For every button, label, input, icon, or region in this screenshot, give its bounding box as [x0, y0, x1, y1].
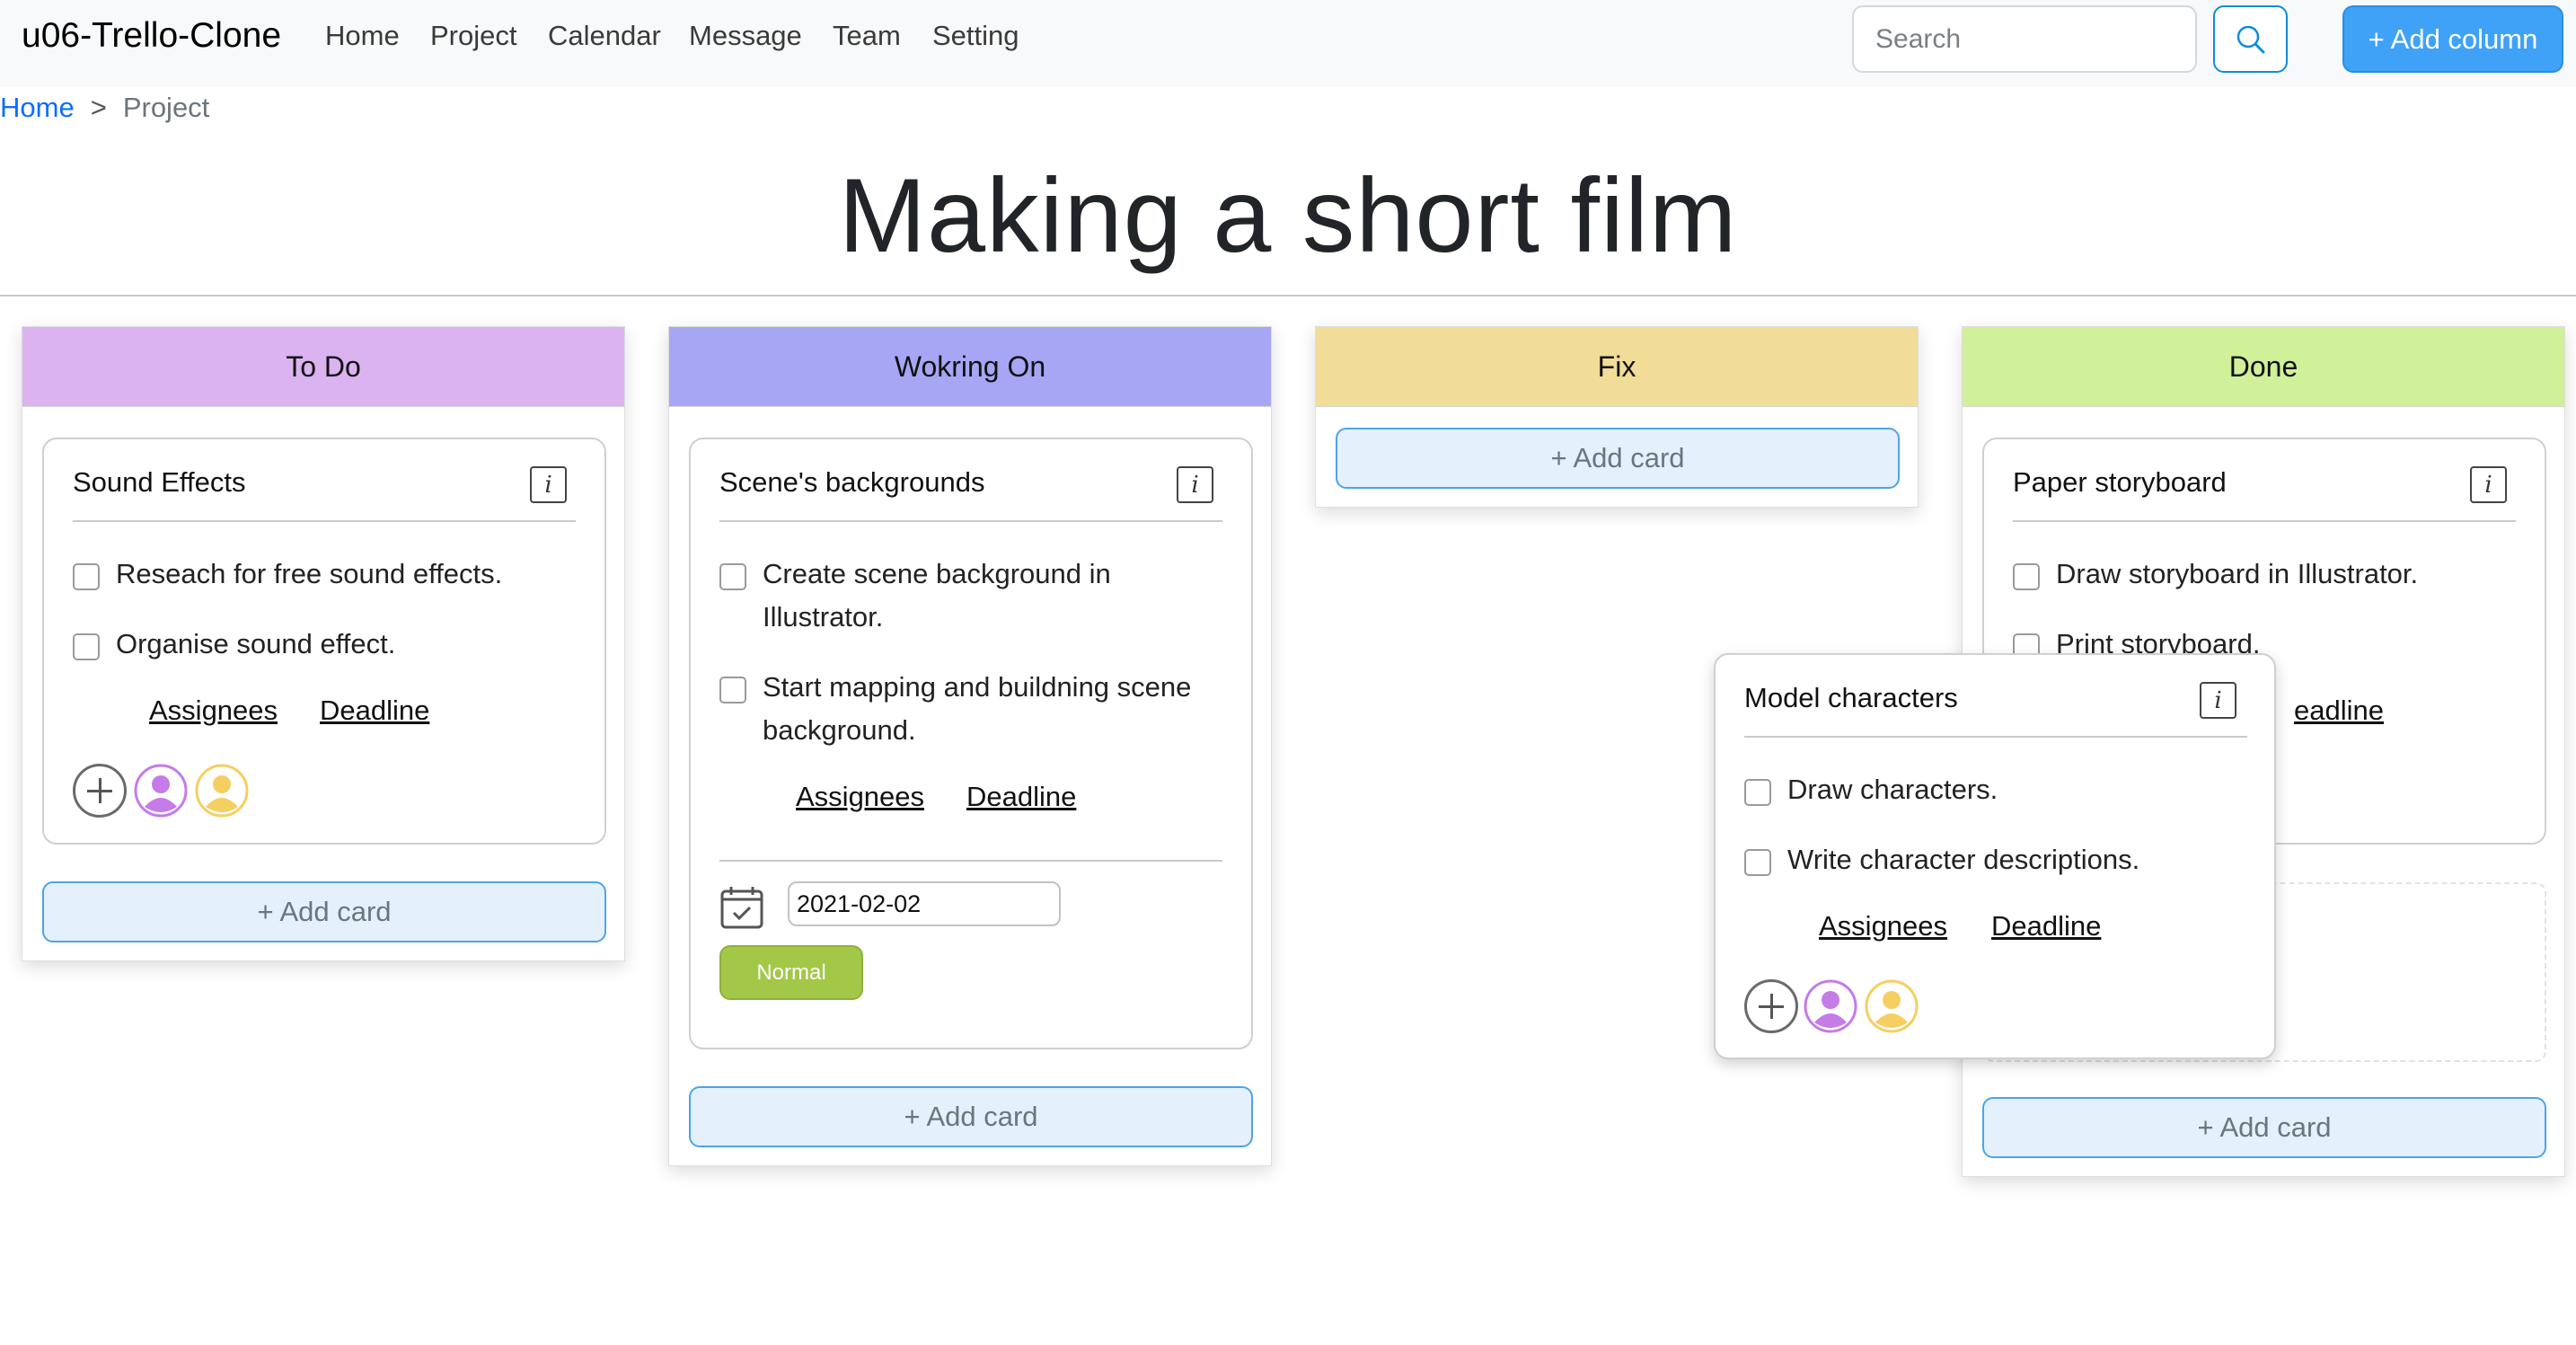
task-item: Reseach for free sound effects. [73, 558, 502, 596]
task-text: Organise sound effect. [116, 628, 396, 659]
navbar: u06-Trello-Clone Home Project Calendar M… [0, 0, 2576, 87]
user-icon [1865, 979, 1919, 1033]
add-assignee-icon[interactable] [1744, 979, 1798, 1033]
column-header[interactable]: Wokring On [669, 327, 1271, 407]
card-title: Model characters [1744, 682, 1958, 713]
page-title: Making a short film [838, 156, 1738, 274]
deadline-link[interactable]: Deadline [320, 695, 429, 727]
task-line: Start mapping and buildning scene [763, 671, 1192, 703]
card-title: Sound Effects [73, 466, 246, 498]
breadcrumb-current: Project [122, 92, 210, 123]
task-checkbox[interactable] [719, 563, 746, 590]
breadcrumb-home[interactable]: Home [0, 92, 75, 124]
task-text: Create scene background in Illustrator. [763, 553, 1111, 639]
nav-team[interactable]: Team [833, 20, 901, 52]
nav-calendar[interactable]: Calendar [548, 20, 661, 52]
nav-project[interactable]: Project [430, 20, 516, 52]
task-item: Organise sound effect. [73, 628, 395, 666]
task-text: Write character descriptions. [1787, 844, 2140, 875]
card-scene-backgrounds[interactable]: Scene's backgrounds i Create scene backg… [689, 438, 1253, 1049]
card-divider [719, 860, 1222, 862]
add-card-button[interactable]: + Add card [1982, 1097, 2546, 1158]
add-card-button[interactable]: + Add card [689, 1086, 1253, 1147]
task-line: Create scene background in [763, 558, 1111, 589]
avatar-yellow[interactable] [1865, 979, 1919, 1033]
task-item: Draw storyboard in Illustrator. [2013, 558, 2418, 596]
search-input[interactable] [1852, 5, 2197, 73]
card-model-characters[interactable]: Model characters i Draw characters. Writ… [1714, 653, 2276, 1059]
info-icon[interactable]: i [2470, 466, 2507, 503]
title-divider [0, 295, 2576, 296]
task-item: Draw characters. [1744, 774, 1998, 811]
column-header[interactable]: Fix [1316, 327, 1918, 407]
task-checkbox[interactable] [1744, 849, 1771, 876]
column-fix: Fix + Add card [1315, 326, 1919, 508]
brand-logo[interactable]: u06-Trello-Clone [22, 16, 281, 56]
nav-home[interactable]: Home [325, 20, 400, 52]
add-assignee-icon[interactable] [73, 764, 127, 818]
deadline-link[interactable]: Deadline [966, 781, 1076, 813]
task-item: Create scene background in Illustrator. [719, 558, 1111, 639]
search-button[interactable] [2213, 5, 2288, 73]
nav-setting[interactable]: Setting [932, 20, 1019, 52]
task-checkbox[interactable] [73, 633, 100, 660]
calendar-icon [720, 887, 763, 929]
task-line: background. [763, 714, 916, 746]
task-checkbox[interactable] [2013, 563, 2040, 590]
user-icon [195, 764, 249, 818]
task-item: Start mapping and buildning scene backgr… [719, 671, 1191, 752]
card-divider [2013, 520, 2516, 522]
deadline-date-input[interactable] [788, 881, 1061, 926]
add-card-button[interactable]: + Add card [42, 881, 606, 942]
add-column-button[interactable]: + Add column [2342, 5, 2563, 73]
info-icon[interactable]: i [2200, 682, 2236, 719]
card-title: Paper storyboard [2013, 466, 2227, 498]
column-header[interactable]: To Do [22, 327, 624, 407]
task-checkbox[interactable] [73, 563, 100, 590]
avatar-yellow[interactable] [195, 764, 249, 818]
breadcrumb: Home > Project [0, 92, 209, 124]
task-text: Reseach for free sound effects. [116, 558, 503, 589]
task-text: Draw storyboard in Illustrator. [2056, 558, 2419, 589]
card-title: Scene's backgrounds [719, 466, 985, 498]
avatar-purple[interactable] [134, 764, 188, 818]
deadline-link[interactable]: eadline [2294, 695, 2384, 727]
search-icon [2236, 25, 2264, 53]
avatar-purple[interactable] [1804, 979, 1857, 1033]
column-header[interactable]: Done [1963, 327, 2564, 407]
breadcrumb-separator: > [90, 92, 107, 123]
deadline-link[interactable]: Deadline [1991, 910, 2101, 942]
card-divider [73, 520, 576, 522]
task-checkbox[interactable] [719, 677, 746, 703]
card-divider [1744, 736, 2247, 738]
assignees-link[interactable]: Assignees [796, 781, 924, 813]
add-card-button[interactable]: + Add card [1336, 428, 1900, 489]
info-icon[interactable]: i [1177, 466, 1213, 503]
assignees-link[interactable]: Assignees [149, 695, 278, 727]
card-divider [719, 520, 1222, 522]
priority-badge[interactable]: Normal [719, 945, 863, 1000]
task-text: Start mapping and buildning scene backgr… [763, 666, 1191, 752]
column-todo: To Do Sound Effects i Reseach for free s… [22, 326, 625, 961]
card-sound-effects[interactable]: Sound Effects i Reseach for free sound e… [42, 438, 606, 845]
user-icon [1804, 979, 1857, 1033]
column-working-on: Wokring On Scene's backgrounds i Create … [668, 326, 1272, 1166]
task-item: Write character descriptions. [1744, 844, 2139, 881]
task-line: Illustrator. [763, 601, 884, 633]
info-icon[interactable]: i [530, 466, 567, 503]
user-icon [134, 764, 188, 818]
task-checkbox[interactable] [1744, 779, 1771, 806]
nav-message[interactable]: Message [689, 20, 802, 52]
task-text: Draw characters. [1787, 774, 1998, 805]
assignees-link[interactable]: Assignees [1819, 910, 1947, 942]
